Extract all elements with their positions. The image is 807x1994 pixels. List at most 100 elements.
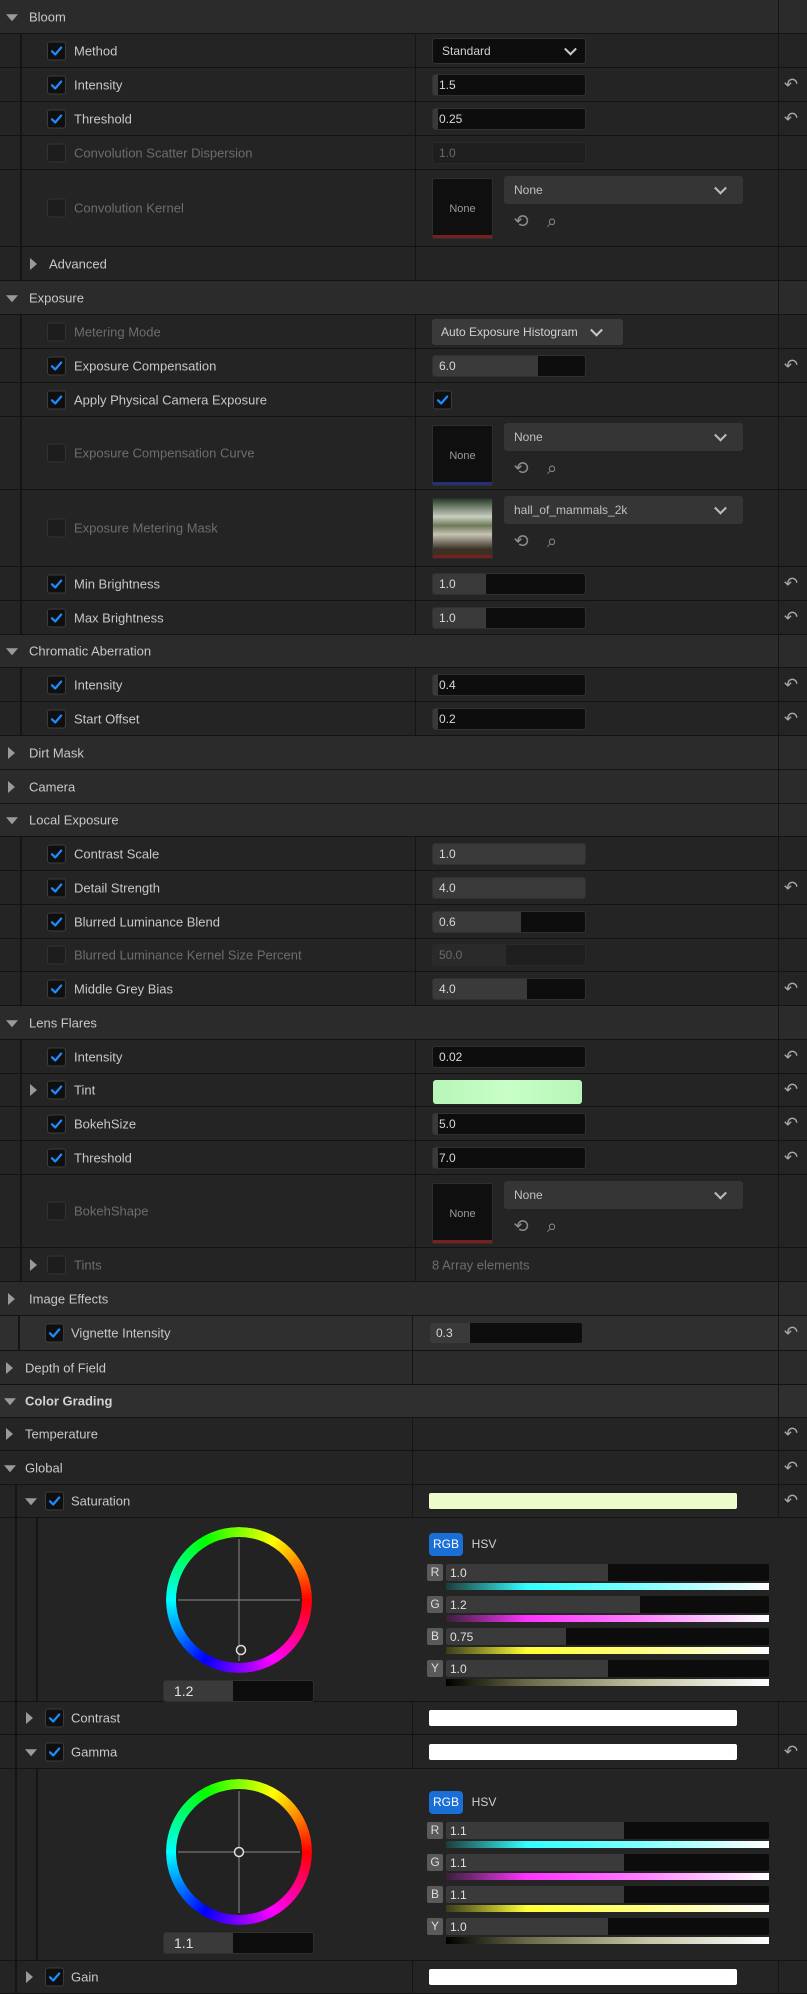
exposure-mask-thumbnail[interactable] (432, 498, 493, 559)
collapse-arrow-icon[interactable] (25, 1498, 37, 1506)
value-field[interactable]: 1.0 (432, 842, 586, 865)
value-field[interactable]: 1.5 (432, 73, 586, 96)
value-field[interactable]: 0.02 (432, 1045, 586, 1068)
checkbox[interactable] (47, 518, 66, 538)
checkbox[interactable] (47, 912, 66, 931)
expand-arrow-icon[interactable] (6, 1428, 13, 1440)
method-dropdown[interactable]: Standard (432, 37, 586, 64)
checkbox[interactable] (47, 1080, 66, 1100)
browse-asset-icon[interactable]: ⌕ (541, 210, 563, 232)
reset-arrow-icon[interactable]: ↶ (780, 1424, 802, 1444)
value-field[interactable]: 1.0 (432, 141, 586, 164)
red-channel-slider[interactable]: R 1.1 (427, 1819, 769, 1848)
tint-color-swatch[interactable] (433, 1080, 582, 1104)
reset-arrow-icon[interactable]: ↶ (780, 1148, 802, 1168)
checkbox[interactable] (47, 390, 66, 409)
checkbox[interactable] (47, 1114, 66, 1133)
value-field[interactable]: 5.0 (432, 1112, 586, 1135)
luminance-channel-slider[interactable]: Y 1.0 (427, 1657, 769, 1686)
browse-asset-icon[interactable]: ⌕ (541, 457, 563, 479)
browse-asset-icon[interactable]: ⌕ (541, 530, 563, 552)
use-selected-asset-icon[interactable]: ⟲ (510, 530, 532, 552)
checkbox[interactable] (47, 443, 66, 463)
rgb-mode-button[interactable]: RGB (429, 1791, 463, 1814)
rgb-mode-button[interactable]: RGB (429, 1533, 463, 1556)
slider-track[interactable]: 1.0 (446, 1660, 769, 1677)
red-channel-slider[interactable]: R 1.0 (427, 1561, 769, 1590)
metering-mode-dropdown[interactable]: Auto Exposure Histogram (432, 318, 623, 345)
convolution-kernel-thumbnail[interactable]: None (432, 178, 493, 239)
bokeh-shape-thumbnail[interactable]: None (432, 1183, 493, 1244)
value-field[interactable]: 50.0 (432, 944, 586, 966)
collapse-arrow-icon[interactable] (6, 817, 18, 825)
expand-arrow-icon[interactable] (6, 1361, 13, 1374)
reset-arrow-icon[interactable]: ↶ (780, 1323, 802, 1343)
checkbox[interactable] (47, 945, 66, 965)
checkbox[interactable] (47, 709, 66, 728)
saturation-color-swatch[interactable] (429, 1493, 737, 1509)
reset-arrow-icon[interactable]: ↶ (780, 675, 802, 695)
checkbox[interactable] (47, 979, 66, 998)
value-field[interactable]: 6.0 (432, 354, 586, 377)
luminance-channel-slider[interactable]: Y 1.0 (427, 1915, 769, 1944)
collapse-arrow-icon[interactable] (6, 648, 18, 656)
reset-arrow-icon[interactable]: ↶ (780, 1491, 802, 1511)
value-field[interactable]: 1.0 (432, 572, 586, 595)
checkbox[interactable] (45, 1323, 64, 1343)
reset-arrow-icon[interactable]: ↶ (780, 574, 802, 594)
reset-arrow-icon[interactable]: ↶ (780, 1458, 802, 1478)
reset-arrow-icon[interactable]: ↶ (780, 109, 802, 129)
collapse-arrow-icon[interactable] (4, 1398, 16, 1406)
blue-channel-slider[interactable]: B 0.75 (427, 1625, 769, 1654)
green-channel-slider[interactable]: G 1.1 (427, 1851, 769, 1880)
gain-color-swatch[interactable] (429, 1969, 737, 1985)
reset-arrow-icon[interactable]: ↶ (780, 356, 802, 376)
checkbox[interactable] (45, 1742, 64, 1761)
collapse-arrow-icon[interactable] (6, 1019, 18, 1027)
reset-arrow-icon[interactable]: ↶ (780, 709, 802, 729)
use-selected-asset-icon[interactable]: ⟲ (510, 1215, 532, 1237)
collapse-arrow-icon[interactable] (6, 294, 18, 302)
reset-arrow-icon[interactable]: ↶ (780, 979, 802, 999)
checkbox[interactable] (47, 574, 66, 593)
green-channel-slider[interactable]: G 1.2 (427, 1593, 769, 1622)
value-field[interactable]: 1.0 (432, 606, 586, 629)
checkbox[interactable] (47, 41, 66, 60)
gamma-color-swatch[interactable] (429, 1744, 737, 1760)
reset-arrow-icon[interactable]: ↶ (780, 608, 802, 628)
hsv-mode-button[interactable]: HSV (467, 1533, 501, 1556)
expand-arrow-icon[interactable] (30, 1258, 37, 1271)
hsv-mode-button[interactable]: HSV (467, 1791, 501, 1814)
reset-arrow-icon[interactable]: ↶ (780, 878, 802, 898)
expand-arrow-icon[interactable] (30, 257, 37, 270)
expand-arrow-icon[interactable] (30, 1084, 37, 1096)
collapse-arrow-icon[interactable] (6, 13, 18, 21)
reset-arrow-icon[interactable]: ↶ (780, 1742, 802, 1762)
exposure-curve-thumbnail[interactable]: None (432, 425, 493, 486)
checkbox[interactable] (47, 675, 66, 694)
slider-track[interactable]: 1.2 (446, 1596, 769, 1613)
expand-arrow-icon[interactable] (8, 1292, 15, 1305)
wheel-value-field[interactable]: 1.2 (163, 1680, 314, 1702)
value-field[interactable]: 4.0 (432, 977, 586, 1000)
use-selected-asset-icon[interactable]: ⟲ (510, 457, 532, 479)
bokeh-shape-asset-dropdown[interactable]: None (504, 1181, 743, 1209)
convolution-kernel-asset-dropdown[interactable]: None (504, 176, 743, 204)
value-field[interactable]: 0.3 (429, 1322, 583, 1344)
value-field[interactable]: 4.0 (432, 876, 586, 899)
checkbox[interactable] (47, 1255, 66, 1274)
slider-track[interactable]: 0.75 (446, 1628, 769, 1645)
color-wheel[interactable] (166, 1527, 312, 1673)
exposure-mask-asset-dropdown[interactable]: hall_of_mammals_2k (504, 496, 743, 524)
checkbox[interactable] (47, 1047, 66, 1066)
checkbox[interactable] (47, 322, 66, 341)
wheel-value-field[interactable]: 1.1 (163, 1932, 314, 1954)
value-field[interactable]: 0.25 (432, 107, 586, 130)
checkbox[interactable] (47, 198, 66, 218)
collapse-arrow-icon[interactable] (25, 1748, 37, 1756)
checkbox[interactable] (47, 356, 66, 375)
browse-asset-icon[interactable]: ⌕ (541, 1215, 563, 1237)
checkbox[interactable] (47, 143, 66, 162)
physical-camera-exposure-checkbox[interactable] (433, 390, 452, 409)
checkbox[interactable] (45, 1491, 64, 1511)
